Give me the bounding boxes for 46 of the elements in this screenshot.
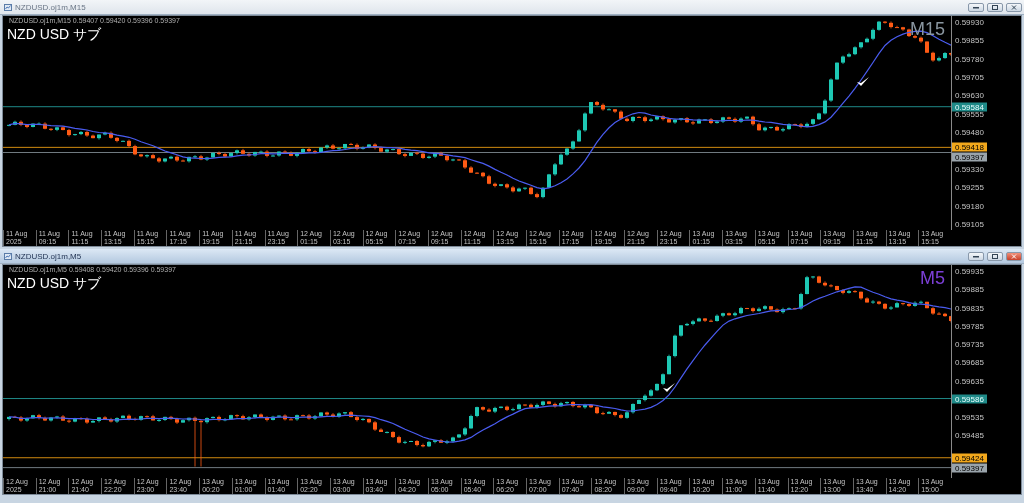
maximize-icon — [992, 253, 998, 259]
price-tick: 0.59785 — [955, 321, 984, 331]
price-tag: 0.59584 — [952, 102, 987, 112]
price-tick: 0.59835 — [955, 303, 984, 313]
price-tick: 0.59930 — [955, 17, 984, 27]
price-tick: 0.59885 — [955, 284, 984, 294]
price-tick: 0.59555 — [955, 109, 984, 119]
price-tick: 0.59935 — [955, 266, 984, 276]
price-tag: 0.59586 — [952, 394, 987, 404]
maximize-button[interactable] — [987, 251, 1003, 261]
close-button[interactable] — [1006, 251, 1022, 261]
price-tick: 0.59780 — [955, 54, 984, 64]
price-tick: 0.59485 — [955, 430, 984, 440]
window-title: NZDUSD.oj1m,M5 — [15, 251, 83, 261]
chart-label: NZD USD サブ — [7, 26, 102, 44]
close-icon — [1011, 253, 1017, 259]
timeframe-label: M5 — [920, 268, 945, 289]
price-tick: 0.59255 — [955, 182, 984, 192]
price-tag: 0.59397 — [952, 463, 987, 473]
minimize-button[interactable] — [968, 2, 984, 12]
price-tag: 0.59424 — [952, 453, 987, 463]
price-tick: 0.59705 — [955, 72, 984, 82]
checkmark-icon — [856, 75, 871, 88]
price-tag: 0.59418 — [952, 142, 987, 152]
window-title: NZDUSD.oj1m,M15 — [15, 2, 87, 12]
minimize-button[interactable] — [968, 251, 984, 261]
chart-label: NZD USD サブ — [7, 275, 102, 293]
minimize-icon — [973, 254, 979, 258]
close-icon — [1011, 4, 1017, 10]
price-tick: 0.59330 — [955, 164, 984, 174]
maximize-icon — [992, 4, 998, 10]
minimize-icon — [973, 5, 979, 9]
price-tick: 0.59855 — [955, 35, 984, 45]
price-tick: 0.59535 — [955, 412, 984, 422]
price-tick: 0.59630 — [955, 90, 984, 100]
price-tick: 0.59735 — [955, 339, 984, 349]
price-tick: 0.59180 — [955, 201, 984, 211]
price-tick: 0.59105 — [955, 219, 984, 229]
price-tick: 0.59635 — [955, 376, 984, 386]
chart-window-icon — [4, 3, 12, 11]
price-tag: 0.59397 — [952, 152, 987, 162]
maximize-button[interactable] — [987, 2, 1003, 12]
timeframe-label: M15 — [910, 19, 945, 40]
price-tick: 0.59685 — [955, 357, 984, 367]
chart-window-icon — [4, 252, 12, 260]
price-tick: 0.59480 — [955, 127, 984, 137]
